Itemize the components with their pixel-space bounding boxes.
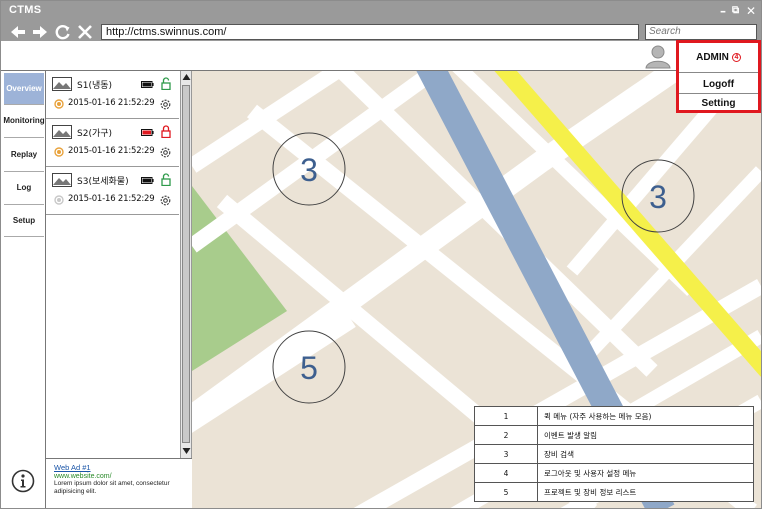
- refresh-icon[interactable]: [54, 23, 72, 41]
- device-list: S1(냉동) 2015-01-16 21:52:29 S2(가구) 2015-0…: [46, 71, 179, 458]
- device-timestamp: 2015-01-16 21:52:29: [68, 98, 155, 108]
- minimize-icon[interactable]: –: [720, 4, 726, 18]
- navigation-bar: http://ctms.swinnus.com/ Search: [1, 23, 761, 41]
- legend-text: 퀵 메뉴 (자주 사용하는 메뉴 모음): [537, 406, 754, 426]
- legend-row: 4 로그아웃 및 사용자 설정 메뉴: [474, 463, 754, 483]
- device-timestamp: 2015-01-16 21:52:29: [68, 146, 155, 156]
- device-name: S1(냉동): [77, 81, 113, 91]
- image-thumbnail-icon: [52, 125, 72, 139]
- browser-window: CTMS – ⧉ ✕ http://ctms.swinnus.com/ Sear…: [0, 0, 762, 509]
- device-item[interactable]: S2(가구) 2015-01-16 21:52:29: [46, 119, 179, 167]
- legend-row: 3 장비 검색: [474, 444, 754, 464]
- image-thumbnail-icon: [52, 77, 72, 91]
- battery-low-icon: [141, 129, 154, 136]
- ad-url[interactable]: www.website.com/: [54, 473, 192, 480]
- side-tabs: Overview Monitoring Replay Log Setup: [1, 71, 46, 508]
- legend-text: 이벤트 발생 알림: [537, 425, 754, 445]
- ad-title[interactable]: Web Ad #1: [54, 463, 192, 472]
- setting-button[interactable]: Setting: [679, 98, 758, 109]
- close-icon[interactable]: ✕: [746, 4, 756, 18]
- search-input[interactable]: Search: [645, 24, 757, 40]
- device-timestamp: 2015-01-16 21:52:29: [68, 194, 155, 204]
- legend-text: 로그아웃 및 사용자 설정 메뉴: [537, 463, 754, 483]
- legend-row: 2 이벤트 발생 알림: [474, 425, 754, 445]
- status-dot-icon: [54, 99, 64, 109]
- tab-setup[interactable]: Setup: [4, 205, 44, 237]
- scrollbar-thumb[interactable]: [182, 85, 190, 443]
- tab-monitoring[interactable]: Monitoring: [3, 105, 45, 138]
- tab-replay[interactable]: Replay: [4, 138, 44, 172]
- stop-icon[interactable]: [76, 23, 94, 41]
- unlock-icon: [161, 173, 171, 186]
- gear-icon[interactable]: [159, 194, 172, 207]
- device-name: S2(가구): [77, 129, 113, 139]
- legend-number: 5: [474, 482, 538, 502]
- scroll-up-icon[interactable]: [182, 73, 191, 81]
- menu-divider: [679, 72, 758, 73]
- tab-overview[interactable]: Overview: [4, 73, 44, 105]
- status-dot-icon: [54, 195, 64, 205]
- info-icon[interactable]: [11, 469, 35, 493]
- scroll-down-icon[interactable]: [182, 447, 191, 455]
- forward-arrow-icon[interactable]: [31, 23, 49, 41]
- user-avatar-icon[interactable]: [645, 43, 671, 69]
- ad-text: Lorem ipsum dolor sit amet, consectetur …: [54, 480, 170, 495]
- legend-row: 1퀵 메뉴 (자주 사용하는 메뉴 모음): [474, 406, 754, 426]
- admin-user-label[interactable]: ADMIN 4: [679, 52, 758, 63]
- status-dot-icon: [54, 147, 64, 157]
- gear-icon[interactable]: [159, 146, 172, 159]
- web-ad[interactable]: Web Ad #1 www.website.com/ Lorem ipsum d…: [46, 458, 192, 508]
- cluster-count: 3: [649, 179, 667, 215]
- device-item[interactable]: S3(보세화물) 2015-01-16 21:52:29: [46, 167, 179, 215]
- device-list-scrollbar[interactable]: [180, 71, 192, 459]
- battery-full-icon: [141, 81, 154, 88]
- legend-row: 5 프로젝트 및 장비 정보 리스트: [474, 482, 754, 502]
- cluster-count: 5: [300, 350, 318, 386]
- back-arrow-icon[interactable]: [9, 23, 27, 41]
- cluster-count: 3: [300, 152, 318, 188]
- legend-text: 장비 검색: [537, 444, 754, 464]
- image-thumbnail-icon: [52, 173, 72, 187]
- legend-number: 4: [474, 463, 538, 483]
- menu-divider: [679, 93, 758, 94]
- legend-number: 2: [474, 425, 538, 445]
- notification-badge: 4: [731, 53, 741, 62]
- tab-log[interactable]: Log: [4, 172, 44, 205]
- title-bar: CTMS – ⧉ ✕: [1, 1, 761, 23]
- restore-icon[interactable]: ⧉: [732, 4, 739, 18]
- admin-menu: ADMIN 4 Logoff Setting: [676, 40, 761, 113]
- battery-full-icon: [141, 177, 154, 184]
- legend-table: 1퀵 메뉴 (자주 사용하는 메뉴 모음) 2 이벤트 발생 알림 3 장비 검색 …: [474, 406, 754, 502]
- app-title: CTMS: [9, 4, 42, 16]
- legend-number: 3: [474, 444, 538, 464]
- device-item[interactable]: S1(냉동) 2015-01-16 21:52:29: [46, 71, 179, 119]
- legend-number: 1: [474, 406, 538, 426]
- admin-username: ADMIN: [696, 52, 729, 63]
- url-field[interactable]: http://ctms.swinnus.com/: [101, 24, 639, 40]
- lock-icon: [161, 125, 171, 138]
- legend-text: 프로젝트 및 장비 정보 리스트: [537, 482, 754, 502]
- device-name: S3(보세화물): [77, 177, 129, 187]
- app-header: [1, 41, 761, 71]
- gear-icon[interactable]: [159, 98, 172, 111]
- logoff-button[interactable]: Logoff: [679, 79, 758, 90]
- unlock-icon: [161, 77, 171, 90]
